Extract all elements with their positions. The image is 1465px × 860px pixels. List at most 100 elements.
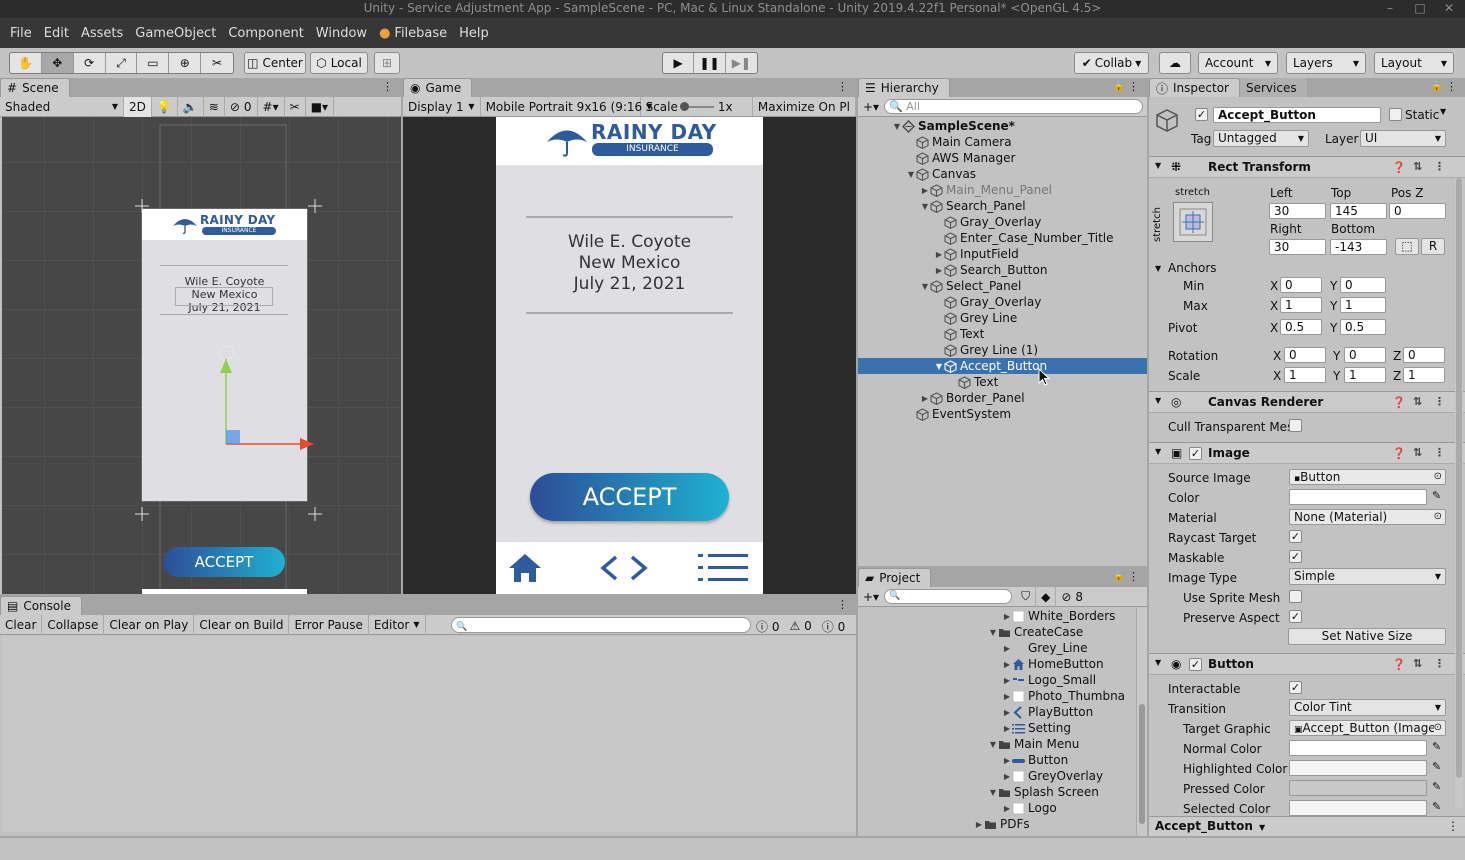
anchor-max-y-field[interactable]: 1 (1340, 297, 1386, 313)
tab-project[interactable]: ▰ Project (858, 568, 932, 587)
help-icon[interactable]: ❓ (1392, 447, 1406, 460)
create-dropdown[interactable]: +▾ (858, 97, 884, 117)
expanded-arrow-icon[interactable]: ▼ (892, 122, 902, 131)
collab-dropdown[interactable]: ✔ Collab ▼ (1074, 52, 1149, 74)
hand-icon[interactable]: ✋ (10, 53, 42, 73)
project-item[interactable]: ▼ Main Menu (858, 736, 1136, 752)
normal-color-swatch[interactable] (1289, 740, 1427, 756)
tab-services[interactable]: Services (1240, 78, 1307, 97)
tab-scene[interactable]: # Scene (0, 78, 70, 97)
source-image-field[interactable]: ▪Button ⊙ (1289, 469, 1446, 485)
scale-slider[interactable]: Scale 1x (641, 97, 753, 116)
anchor-min-x-field[interactable]: 0 (1280, 277, 1322, 293)
preset-icon[interactable]: ⇅ (1413, 657, 1422, 670)
project-scrollbar[interactable] (1136, 608, 1147, 836)
expanded-arrow-icon[interactable]: ▼ (906, 170, 916, 179)
expanded-arrow-icon[interactable]: ▼ (988, 740, 998, 749)
inspector-scrollbar[interactable] (1455, 178, 1463, 808)
image-enabled-checkbox[interactable]: ✓ (1189, 447, 1202, 460)
tab-console[interactable]: ▤ Console (0, 596, 82, 615)
hierarchy-item[interactable]: Enter_Case_Number_Title (858, 230, 1147, 246)
canvas-renderer-header[interactable]: ▼ ◎ Canvas Renderer ❓ ⇅ ⋮ (1149, 391, 1465, 413)
help-icon[interactable]: ❓ (1392, 161, 1406, 174)
collapsed-arrow-icon[interactable]: ▶ (920, 394, 930, 403)
tools-icon[interactable]: ✂ (285, 96, 306, 117)
menu-component[interactable]: Component (222, 26, 309, 41)
collapsed-arrow-icon[interactable]: ▶ (1002, 644, 1012, 653)
project-item[interactable]: ▶ Logo (858, 800, 1136, 816)
expanded-arrow-icon[interactable]: ▼ (920, 202, 930, 211)
collapsed-arrow-icon[interactable]: ▶ (1002, 660, 1012, 669)
anchor-presets-button[interactable] (1173, 202, 1213, 242)
camera-icon[interactable]: ■▾ (306, 96, 335, 117)
color-swatch[interactable] (1289, 489, 1427, 505)
project-item[interactable]: ▼ CreateCase (858, 624, 1136, 640)
console-editor-dropdown[interactable]: Editor ▼ (369, 614, 426, 635)
info-counter[interactable]: ⓘ 0 (756, 618, 779, 635)
collapsed-arrow-icon[interactable]: ▶ (1002, 708, 1012, 717)
hierarchy-item[interactable]: Grey Line (1) (858, 342, 1147, 358)
preset-icon[interactable]: ⇅ (1413, 160, 1422, 173)
scene-accept-button[interactable]: ACCEPT (163, 547, 285, 577)
console-clear-on-play-button[interactable]: Clear on Play (104, 614, 195, 635)
selected-color-swatch[interactable] (1289, 800, 1427, 816)
panel-menu-icon[interactable]: ⋮ (1128, 570, 1139, 583)
chevron-down-icon[interactable]: ▼ (1440, 107, 1446, 116)
move-icon[interactable]: ✥ (41, 53, 74, 73)
target-graphic-field[interactable]: ▣Accept_Button (Image ⊙ (1289, 720, 1446, 736)
collapsed-arrow-icon[interactable]: ▶ (934, 250, 944, 259)
tab-inspector[interactable]: ⓘ Inspector (1149, 78, 1240, 97)
rect-transform-header[interactable]: ▼ ⁜ Rect Transform ❓ ⇅ ⋮ (1149, 156, 1465, 178)
project-item[interactable]: ▶ Grey_Line (858, 640, 1136, 656)
slider-track[interactable] (679, 101, 714, 111)
console-error-pause-button[interactable]: Error Pause (289, 614, 369, 635)
hierarchy-item[interactable]: Gray_Overlay (858, 214, 1147, 230)
hierarchy-item[interactable]: ▼ Accept_Button (858, 358, 1147, 374)
hierarchy-item[interactable]: Text (858, 374, 1147, 390)
hierarchy-item[interactable]: Gray_Overlay (858, 294, 1147, 310)
error-counter[interactable]: ⓘ 0 (822, 618, 845, 635)
project-search-input[interactable]: 🔍 (884, 589, 1013, 604)
expanded-arrow-icon[interactable]: ▼ (988, 628, 998, 637)
lock-icon[interactable]: 🔒 (1113, 571, 1125, 582)
project-item[interactable]: ▶ GreyOverlay (858, 768, 1136, 784)
collapsed-arrow-icon[interactable]: ▶ (934, 266, 944, 275)
chevron-down-icon[interactable]: ▼ (1253, 823, 1265, 832)
interactable-checkbox[interactable]: ✓ (1289, 681, 1302, 694)
expanded-arrow-icon[interactable]: ▼ (988, 788, 998, 797)
lighting-icon[interactable]: 💡 (152, 96, 178, 117)
hierarchy-item[interactable]: Grey Line (858, 310, 1147, 326)
help-icon[interactable]: ❓ (1392, 396, 1406, 409)
object-picker-icon[interactable]: ⊙ (1433, 721, 1442, 735)
use-sprite-mesh-checkbox[interactable] (1289, 590, 1302, 603)
button-component-header[interactable]: ▼ ◉ ✓ Button ❓ ⇅ ⋮ (1149, 653, 1465, 675)
rotation-y-field[interactable]: 0 (1344, 347, 1386, 363)
context-menu-icon[interactable]: ⋮ (1434, 657, 1445, 670)
layers-dropdown[interactable]: Layers ▼ (1286, 52, 1366, 74)
rect-icon[interactable]: ▭ (137, 53, 170, 73)
posz-field[interactable]: 0 (1389, 203, 1446, 219)
hierarchy-item[interactable]: ▼ Canvas (858, 166, 1147, 182)
menu-edit[interactable]: Edit (38, 26, 75, 41)
hidden-objects-toggle[interactable]: ⊘ 0 (225, 96, 258, 117)
effects-icon[interactable]: ≋ (204, 96, 225, 117)
lock-icon[interactable]: 🔒 (1113, 81, 1125, 92)
maximize-icon[interactable]: □ (1411, 0, 1429, 18)
create-asset-dropdown[interactable]: +▾ (858, 587, 884, 607)
expanded-arrow-icon[interactable]: ▼ (934, 362, 944, 371)
console-log-area[interactable] (2, 636, 856, 832)
chevron-down-icon[interactable]: ▼ (1155, 264, 1161, 273)
transform-icon[interactable]: ⊕ (169, 53, 202, 73)
hierarchy-item[interactable]: ▼ SampleScene* (858, 118, 1147, 134)
anchor-min-y-field[interactable]: 0 (1340, 277, 1386, 293)
context-menu-icon[interactable]: ⋮ (1434, 395, 1445, 408)
transition-dropdown[interactable]: Color Tint ▼ (1289, 699, 1446, 716)
list-icon[interactable] (698, 552, 748, 584)
collapsed-arrow-icon[interactable]: ▶ (920, 186, 930, 195)
panel-menu-icon[interactable]: ⋮ (1128, 80, 1139, 93)
raycast-target-checkbox[interactable]: ✓ (1289, 530, 1302, 543)
scrollbar-thumb[interactable] (1139, 704, 1145, 824)
home-icon[interactable] (507, 552, 543, 584)
project-item[interactable]: ▶ Logo_Small (858, 672, 1136, 688)
image-type-dropdown[interactable]: Simple ▼ (1289, 568, 1446, 585)
